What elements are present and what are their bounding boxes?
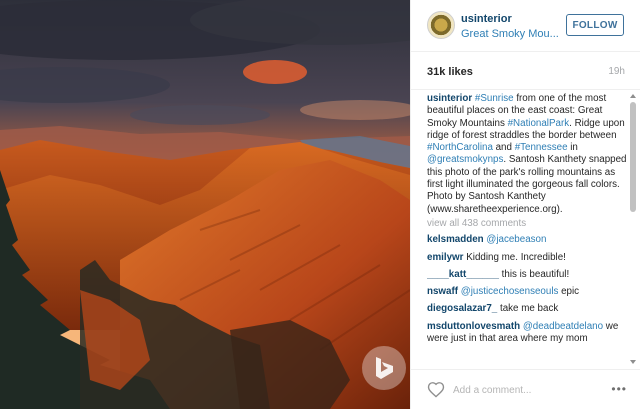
mention-link[interactable]: @greatsmokynps [427,154,503,165]
list-item: ____katt______ this is beautiful! [427,269,627,281]
comment-username[interactable]: emilywr [427,252,464,263]
caption-part: in [567,142,578,154]
post-stats: 31k likes 19h [411,52,640,90]
comment-username[interactable]: kelsmadden [427,234,484,245]
post-time[interactable]: 19h [608,66,625,77]
list-item: emilywr Kidding me. Incredible! [427,252,627,264]
add-comment-input[interactable] [453,382,593,398]
list-item: diegosalazar7_ take me back [427,303,627,315]
comment-text: this is beautiful! [501,268,570,280]
comment-text: Kidding me. Incredible! [466,251,566,263]
post-location[interactable]: Great Smoky Mou... [461,28,561,40]
scrollbar-thumb[interactable] [630,102,636,212]
comments-scrollbar[interactable] [629,92,637,366]
heart-icon[interactable] [427,381,445,398]
comment-username[interactable]: msduttonlovesmath [427,321,520,332]
more-options-icon[interactable]: ••• [611,382,627,396]
hashtag-link[interactable]: #NorthCarolina [427,142,493,153]
post-side-panel: usinterior Great Smoky Mou... FOLLOW 31k… [410,0,640,409]
post-caption: usinterior #Sunrise from one of the most… [427,93,627,216]
post-footer: ••• [411,369,640,409]
comment-text: take me back [499,303,559,315]
sunrise-mountains-image [0,0,410,409]
bing-watermark-icon [362,346,406,390]
caption-part: and [492,142,515,154]
post-username[interactable]: usinterior [461,13,512,25]
list-item: nswaff @justicechosenseouls epic [427,286,627,298]
comment-username[interactable]: nswaff [427,286,458,297]
post-header: usinterior Great Smoky Mou... FOLLOW [411,0,640,52]
comment-username[interactable]: ____katt______ [427,269,499,280]
comment-text: epic [558,286,580,298]
comment-username[interactable]: diegosalazar7_ [427,303,497,314]
avatar[interactable] [427,11,455,39]
mention-link[interactable]: @jacebeason [486,234,546,245]
hashtag-link[interactable]: #Sunrise [475,93,514,104]
comments-list: usinterior #Sunrise from one of the most… [427,93,627,363]
mention-link[interactable]: @justicechosenseouls [461,286,559,297]
list-item: msduttonlovesmath @deadbeatdelano we wer… [427,321,627,346]
caption-username[interactable]: usinterior [427,93,472,104]
mention-link[interactable]: @deadbeatdelano [523,321,603,332]
scroll-down-icon[interactable] [630,360,636,364]
scroll-up-icon[interactable] [630,94,636,98]
hashtag-link[interactable]: #Tennessee [515,142,568,153]
follow-button[interactable]: FOLLOW [566,14,624,36]
view-all-comments-link[interactable]: view all 438 comments [427,218,627,230]
post-photo[interactable] [0,0,410,409]
likes-count[interactable]: 31k likes [427,66,473,78]
hashtag-link[interactable]: #NationalPark [508,118,570,129]
list-item: kelsmadden @jacebeason [427,234,627,246]
